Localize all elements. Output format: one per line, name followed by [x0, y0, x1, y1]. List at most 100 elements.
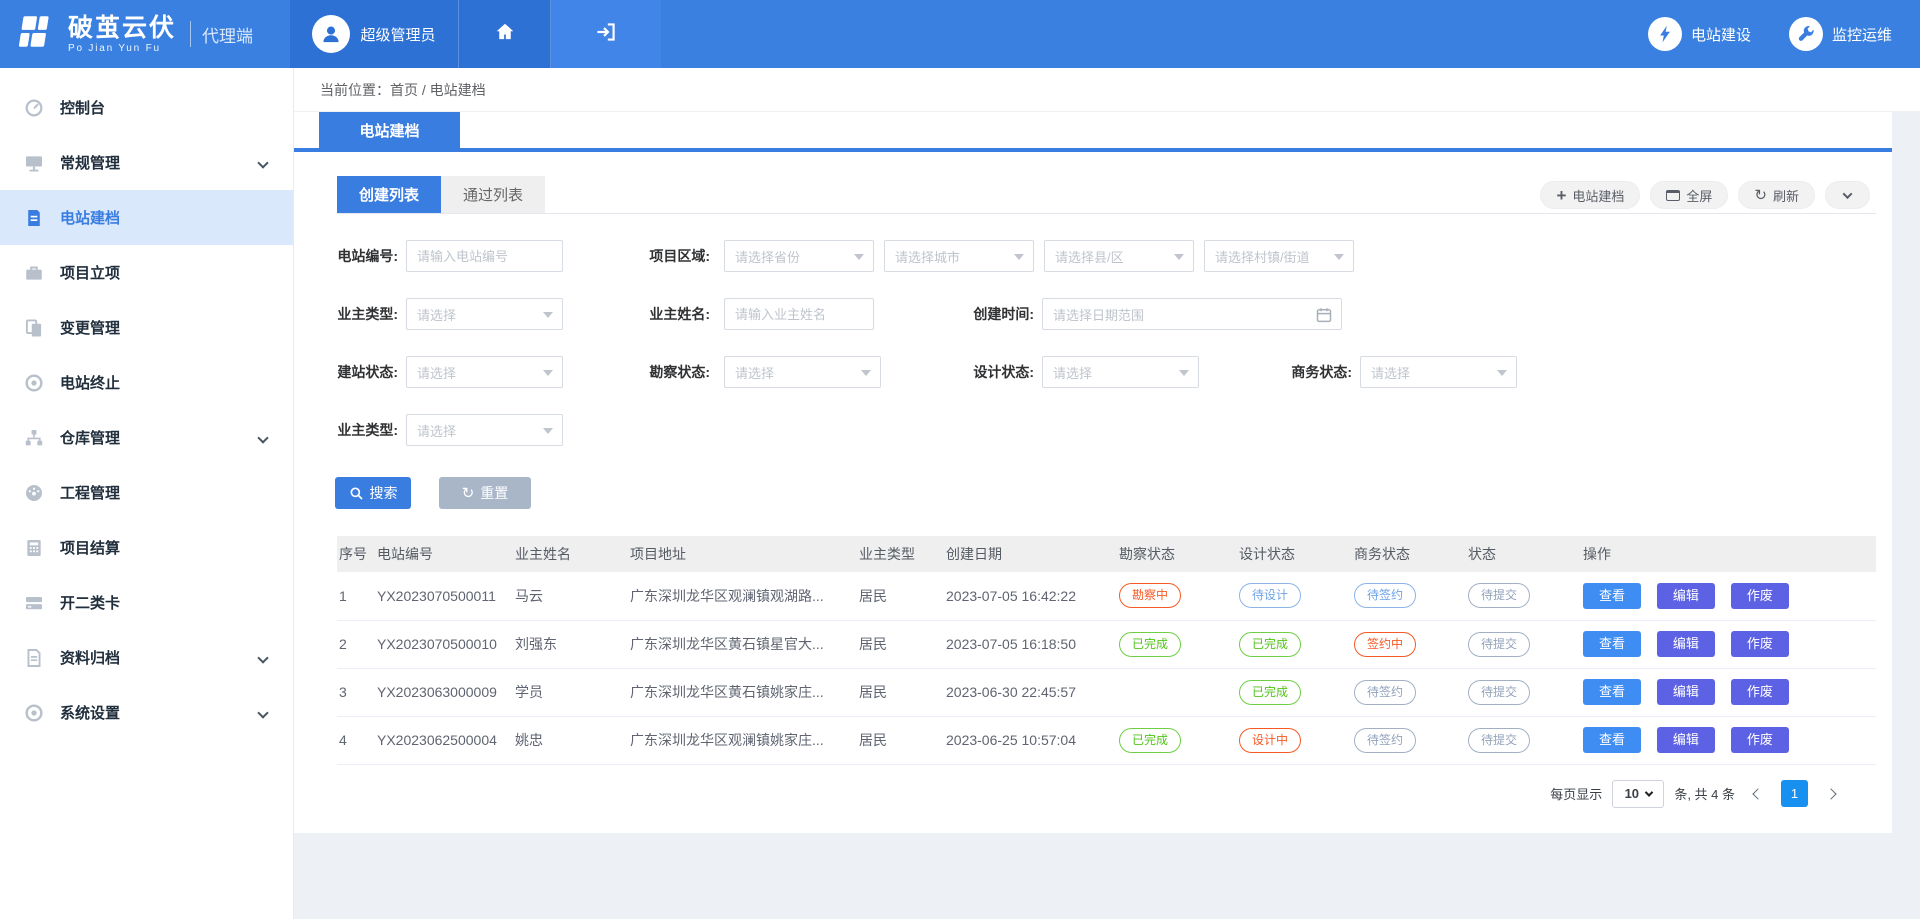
fullscreen-button[interactable]: 全屏: [1650, 181, 1728, 209]
tab-passed-list[interactable]: 通过列表: [441, 176, 545, 213]
edit-button[interactable]: 编辑: [1657, 583, 1715, 609]
table-row: 2 YX2023070500010 刘强东 广东深圳龙华区黄石镇星官大... 居…: [337, 620, 1876, 668]
view-button[interactable]: 查看: [1583, 679, 1641, 705]
sidebar-item-engineering-mgmt[interactable]: 工程管理: [0, 465, 293, 520]
sidebar-item-project-settlement[interactable]: 项目结算: [0, 520, 293, 575]
brand-subtitle: Po Jian Yun Fu: [68, 43, 176, 54]
settings-icon: [24, 703, 44, 723]
nav-station-construction[interactable]: 电站建设: [1648, 0, 1751, 68]
per-page-select[interactable]: 10: [1612, 780, 1664, 808]
sidebar-item-general-mgmt[interactable]: 常规管理: [0, 135, 293, 190]
owner-name-label: 业主姓名:: [610, 298, 710, 330]
design-status-badge: 已完成: [1239, 632, 1301, 657]
county-select[interactable]: 请选择县/区: [1044, 240, 1194, 272]
survey-status-badge: 勘察中: [1119, 583, 1181, 608]
page-number[interactable]: 1: [1781, 780, 1808, 807]
prev-page-button[interactable]: [1745, 781, 1771, 807]
cell-no: 3: [337, 668, 375, 716]
brand-portal-label: 代理端: [202, 22, 253, 47]
sidebar-item-console[interactable]: 控制台: [0, 80, 293, 135]
sidebar-item-project-initiation[interactable]: 项目立项: [0, 245, 293, 300]
date-range-input[interactable]: 请选择日期范围: [1042, 298, 1342, 330]
chevron-down-icon: [257, 157, 268, 168]
gauge-icon: [24, 483, 44, 503]
edit-button[interactable]: 编辑: [1657, 631, 1715, 657]
cell-address: 广东深圳龙华区黄石镇姚家庄...: [628, 668, 857, 716]
design-status-badge: 设计中: [1239, 728, 1301, 753]
add-station-button[interactable]: + 电站建档: [1540, 181, 1640, 209]
breadcrumb-separator: /: [418, 82, 430, 98]
sidebar-item-warehouse-mgmt[interactable]: 仓库管理: [0, 410, 293, 465]
void-button[interactable]: 作废: [1731, 679, 1789, 705]
design-status-badge: 待设计: [1239, 583, 1301, 608]
nav-monitoring[interactable]: 监控运维: [1789, 0, 1892, 68]
cell-owner-type: 居民: [857, 668, 944, 716]
view-button[interactable]: 查看: [1583, 631, 1641, 657]
cell-owner-type: 居民: [857, 716, 944, 764]
void-button[interactable]: 作废: [1731, 631, 1789, 657]
tab-create-list[interactable]: 创建列表: [337, 176, 441, 213]
cell-no: 4: [337, 716, 375, 764]
logout-button[interactable]: [551, 0, 661, 68]
edit-button[interactable]: 编辑: [1657, 727, 1715, 753]
caret-down-icon: [854, 254, 864, 260]
dashboard-icon: [24, 98, 44, 118]
filter-form: 电站编号: 项目区域: 请选择省份 请选择城市 请选择县/区 请选择村镇/街道 …: [294, 240, 1892, 509]
owner-type2-select[interactable]: 请选择: [406, 414, 563, 446]
business-status-badge: 待签约: [1354, 680, 1416, 705]
user-menu[interactable]: 超级管理员: [290, 0, 459, 68]
status-badge: 待提交: [1468, 680, 1530, 705]
caret-down-icon: [1334, 254, 1344, 260]
design-status-label: 设计状态:: [934, 356, 1034, 388]
view-button[interactable]: 查看: [1583, 583, 1641, 609]
edit-button[interactable]: 编辑: [1657, 679, 1715, 705]
void-button[interactable]: 作废: [1731, 583, 1789, 609]
province-select[interactable]: 请选择省份: [724, 240, 874, 272]
business-status-badge: 待签约: [1354, 728, 1416, 753]
sidebar-item-data-archive[interactable]: 资料归档: [0, 630, 293, 685]
chevron-down-icon: [257, 432, 268, 443]
design-status-badge: 已完成: [1239, 680, 1301, 705]
calendar-icon: [1315, 306, 1333, 324]
page-tab-station-filing[interactable]: 电站建档: [319, 112, 460, 148]
sidebar-item-station-filing[interactable]: 电站建档: [0, 190, 293, 245]
breadcrumb-current: 电站建档: [430, 82, 486, 98]
town-select[interactable]: 请选择村镇/街道: [1204, 240, 1354, 272]
home-button[interactable]: [459, 0, 551, 68]
cell-owner-type: 居民: [857, 620, 944, 668]
chevron-right-icon: [1825, 788, 1836, 799]
build-status-select[interactable]: 请选择: [406, 356, 563, 388]
owner-name-input[interactable]: [724, 298, 874, 330]
station-table: 序号 电站编号 业主姓名 项目地址 业主类型 创建日期 勘察状态 设计状态 商务…: [337, 536, 1876, 765]
calculator-icon: [24, 538, 44, 558]
business-status-badge: 待签约: [1354, 583, 1416, 608]
caret-down-icon: [543, 312, 553, 318]
sidebar-item-system-settings[interactable]: 系统设置: [0, 685, 293, 740]
next-page-button[interactable]: [1818, 781, 1844, 807]
copy-icon: [24, 318, 44, 338]
sidebar-item-change-mgmt[interactable]: 变更管理: [0, 300, 293, 355]
owner-type-select[interactable]: 请选择: [406, 298, 563, 330]
design-status-select[interactable]: 请选择: [1042, 356, 1199, 388]
refresh-button[interactable]: ↻ 刷新: [1738, 181, 1815, 209]
survey-status-select[interactable]: 请选择: [724, 356, 881, 388]
refresh-icon: ↻: [1754, 188, 1767, 203]
status-badge: 待提交: [1468, 728, 1530, 753]
collapse-button[interactable]: [1825, 181, 1870, 209]
void-button[interactable]: 作废: [1731, 727, 1789, 753]
city-select[interactable]: 请选择城市: [884, 240, 1034, 272]
status-badge: 待提交: [1468, 583, 1530, 608]
business-status-select[interactable]: 请选择: [1360, 356, 1517, 388]
station-id-input[interactable]: [406, 240, 563, 272]
nav-station-construction-label: 电站建设: [1691, 24, 1751, 45]
reset-button[interactable]: ↻ 重置: [439, 477, 531, 509]
sidebar-item-type2-card[interactable]: 开二类卡: [0, 575, 293, 630]
sitemap-icon: [24, 428, 44, 448]
reset-icon: ↻: [462, 484, 475, 502]
search-button[interactable]: 搜索: [335, 477, 411, 509]
breadcrumb-label: 当前位置：: [320, 82, 390, 98]
view-button[interactable]: 查看: [1583, 727, 1641, 753]
breadcrumb-home[interactable]: 首页: [390, 82, 418, 98]
sidebar-item-station-termination[interactable]: 电站终止: [0, 355, 293, 410]
caret-down-icon: [543, 370, 553, 376]
